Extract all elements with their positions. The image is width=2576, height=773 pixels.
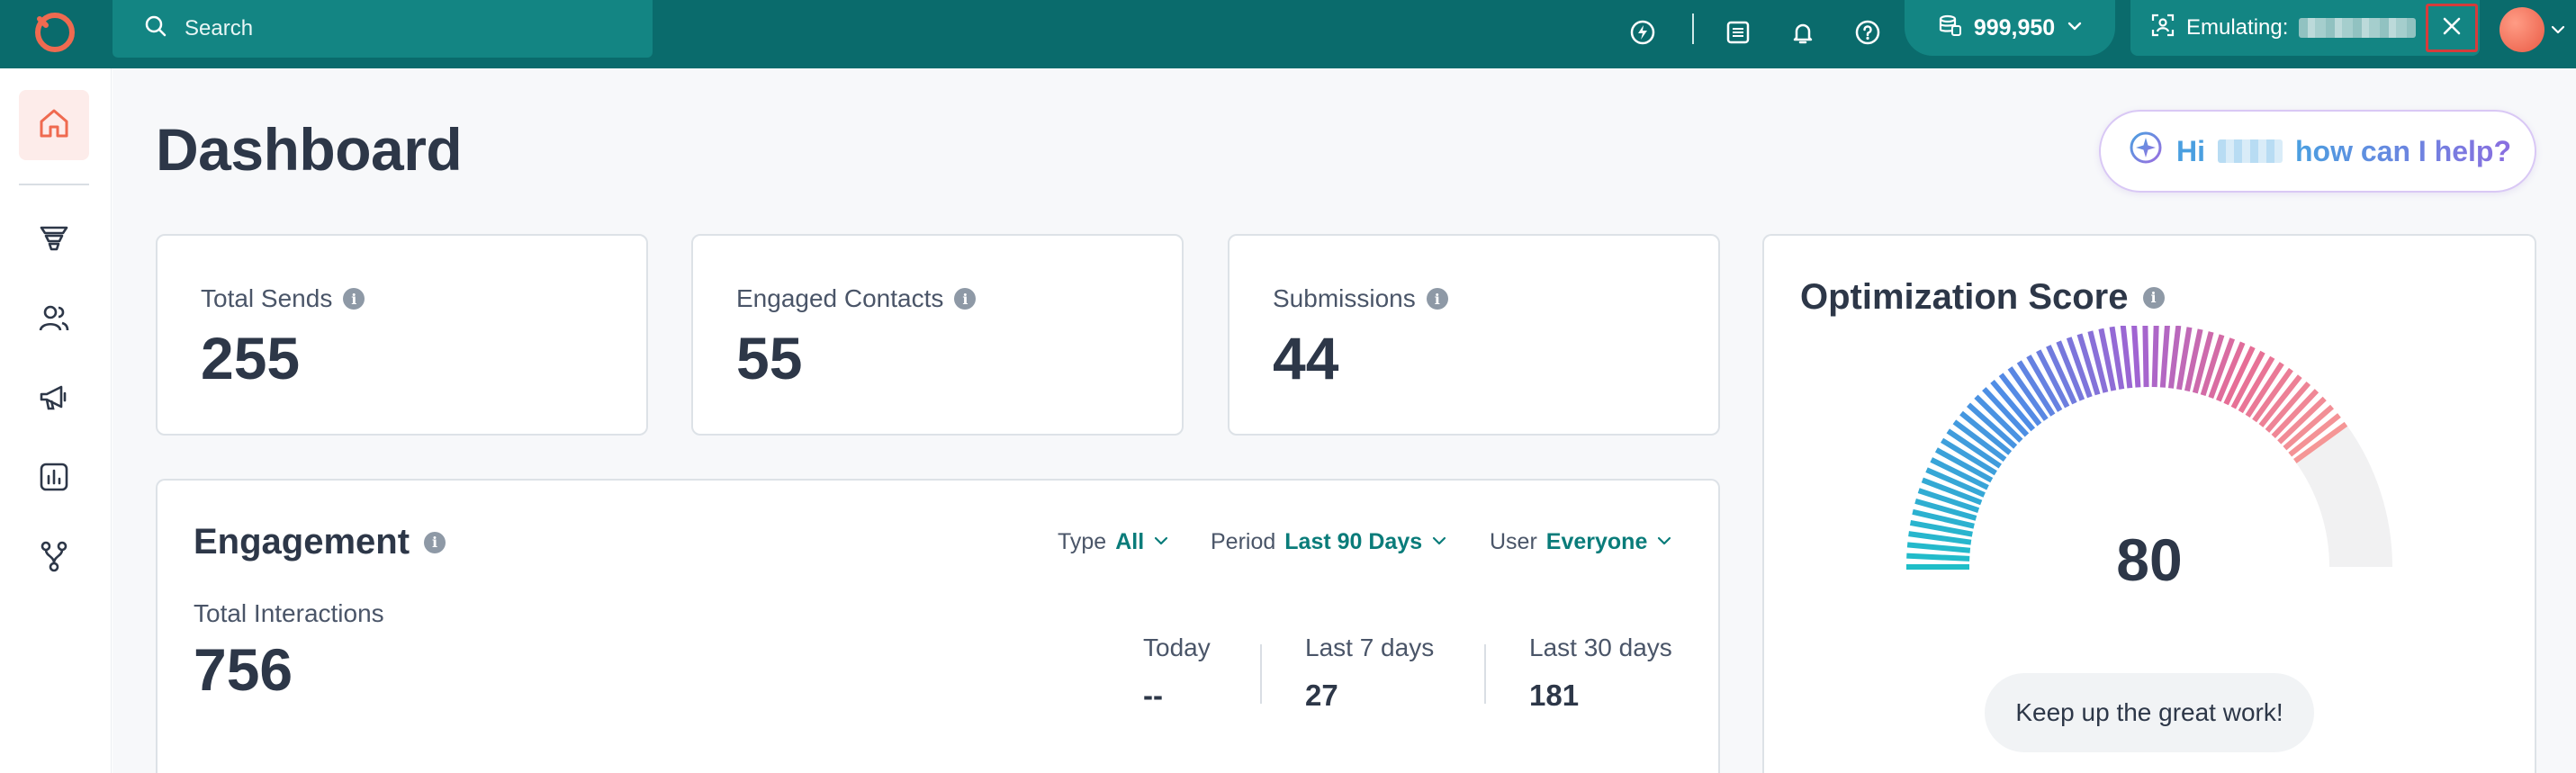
optimization-score-value: 80	[2116, 526, 2183, 593]
sidebar-item-workflows[interactable]	[19, 523, 89, 593]
sidebar-item-contacts[interactable]	[19, 285, 89, 355]
gauge-tick	[2120, 326, 2133, 389]
engagement-title: Engagement	[194, 522, 410, 562]
stat-value: 44	[1273, 325, 1339, 391]
ring-logo-icon[interactable]	[28, 5, 82, 59]
stat-value: 55	[736, 325, 803, 391]
filter-period-dropdown[interactable]: Period Last 90 Days	[1211, 529, 1447, 555]
filter-user-dropdown[interactable]: User Everyone	[1490, 529, 1672, 555]
info-icon[interactable]: i	[343, 288, 365, 310]
workflow-icon	[36, 538, 72, 579]
sparkle-icon	[2128, 130, 2164, 173]
credits-value: 999,950	[1973, 14, 2056, 40]
total-interactions-value: 756	[194, 636, 293, 703]
search-bar[interactable]: Search	[113, 0, 653, 58]
chevron-down-icon	[1153, 529, 1169, 555]
filter-label: Period	[1211, 529, 1276, 554]
engagement-title-wrap: Engagement i	[194, 522, 446, 562]
stat-label: Submissions	[1273, 284, 1416, 312]
optimization-title-wrap: Optimization Score i	[1800, 277, 2165, 318]
gauge-tick	[2159, 326, 2170, 388]
period-value: 181	[1529, 679, 1580, 712]
stat-card-engaged-contacts[interactable]: Engaged Contacts i 55	[691, 234, 1184, 436]
emulating-label: Emulating:	[2186, 15, 2289, 40]
megaphone-icon	[36, 380, 72, 420]
stop-emulating-button[interactable]	[2426, 4, 2478, 52]
period-today: Today --	[1143, 634, 1211, 713]
bell-icon[interactable]	[1781, 11, 1824, 54]
sidebar-item-reports[interactable]	[19, 444, 89, 514]
filter-value: Last 90 Days	[1284, 529, 1423, 554]
info-icon[interactable]: i	[2142, 286, 2165, 309]
chevron-down-icon	[2066, 15, 2084, 41]
emulated-user-name-redacted	[2299, 18, 2417, 38]
total-interactions-label: Total Interactions	[194, 599, 384, 627]
sidebar-divider	[19, 184, 89, 185]
document-list-icon[interactable]	[1716, 11, 1760, 54]
info-icon[interactable]: i	[1426, 288, 1448, 310]
sidebar-item-funnel[interactable]	[19, 205, 89, 275]
sidebar	[0, 68, 112, 773]
close-icon	[2440, 14, 2463, 42]
period-label: Last 30 days	[1529, 634, 1672, 661]
period-value: 27	[1305, 679, 1338, 712]
ai-greeting: Hi	[2176, 134, 2205, 167]
filter-label: User	[1490, 529, 1537, 554]
bar-chart-icon	[36, 459, 72, 499]
gauge-tick	[2151, 326, 2159, 388]
search-placeholder: Search	[185, 16, 254, 40]
ai-prompt-text: how can I help?	[2295, 134, 2512, 167]
sidebar-item-campaigns[interactable]	[19, 364, 89, 435]
gauge-tick	[2131, 326, 2141, 388]
stat-label-wrap: Engaged Contacts i	[736, 284, 977, 313]
info-icon[interactable]: i	[954, 288, 977, 310]
period-value: --	[1143, 679, 1163, 712]
period-last-7-days: Last 7 days 27	[1305, 634, 1434, 713]
page-title: Dashboard	[156, 116, 463, 183]
funnel-icon	[36, 220, 72, 261]
optimization-score-card: Optimization Score i 80 Keep up the grea…	[1762, 234, 2536, 773]
filter-label: Type	[1058, 529, 1107, 554]
info-icon[interactable]: i	[424, 531, 446, 553]
engagement-card: Engagement i Type All Period Last 90 Day…	[156, 479, 1720, 773]
user-first-name-redacted	[2218, 139, 2283, 163]
search-icon	[143, 13, 168, 45]
coin-stack-icon	[1936, 12, 1963, 45]
stat-label: Total Sends	[201, 284, 333, 312]
period-last-30-days: Last 30 days 181	[1529, 634, 1672, 713]
user-scan-icon	[2150, 13, 2175, 44]
users-icon	[36, 301, 72, 341]
period-divider	[1484, 644, 1486, 704]
top-navigation-bar: Search 999,950 Emulating:	[0, 0, 2576, 68]
toolbar-divider	[1692, 13, 1694, 44]
stat-card-submissions[interactable]: Submissions i 44	[1228, 234, 1720, 436]
filter-value: Everyone	[1545, 529, 1648, 554]
sidebar-item-home[interactable]	[19, 90, 89, 160]
chevron-down-icon[interactable]	[2550, 22, 2566, 42]
encouragement-badge: Keep up the great work!	[1985, 673, 2314, 752]
stat-label: Engaged Contacts	[736, 284, 944, 312]
ai-assistant-button[interactable]: Hi how can I help?	[2099, 110, 2536, 193]
stat-label-wrap: Total Sends i	[201, 284, 365, 313]
optimization-title: Optimization Score	[1800, 277, 2129, 317]
home-icon	[36, 105, 72, 146]
period-divider	[1260, 644, 1262, 704]
stat-label-wrap: Submissions i	[1273, 284, 1448, 313]
filter-type-dropdown[interactable]: Type All	[1058, 529, 1169, 555]
stat-value: 255	[201, 325, 301, 391]
question-circle-icon[interactable]	[1846, 11, 1889, 54]
avatar[interactable]	[2499, 7, 2544, 52]
gauge-tick	[2167, 326, 2182, 389]
filter-value: All	[1115, 529, 1145, 554]
lightning-bolt-icon[interactable]	[1621, 11, 1664, 54]
period-label: Last 7 days	[1305, 634, 1435, 661]
chevron-down-icon	[1656, 529, 1672, 555]
gauge-tick	[2142, 326, 2149, 388]
stat-card-total-sends[interactable]: Total Sends i 255	[156, 234, 648, 436]
period-label: Today	[1143, 634, 1211, 661]
credits-balance-button[interactable]: 999,950	[1905, 0, 2115, 56]
chevron-down-icon	[1431, 529, 1447, 555]
